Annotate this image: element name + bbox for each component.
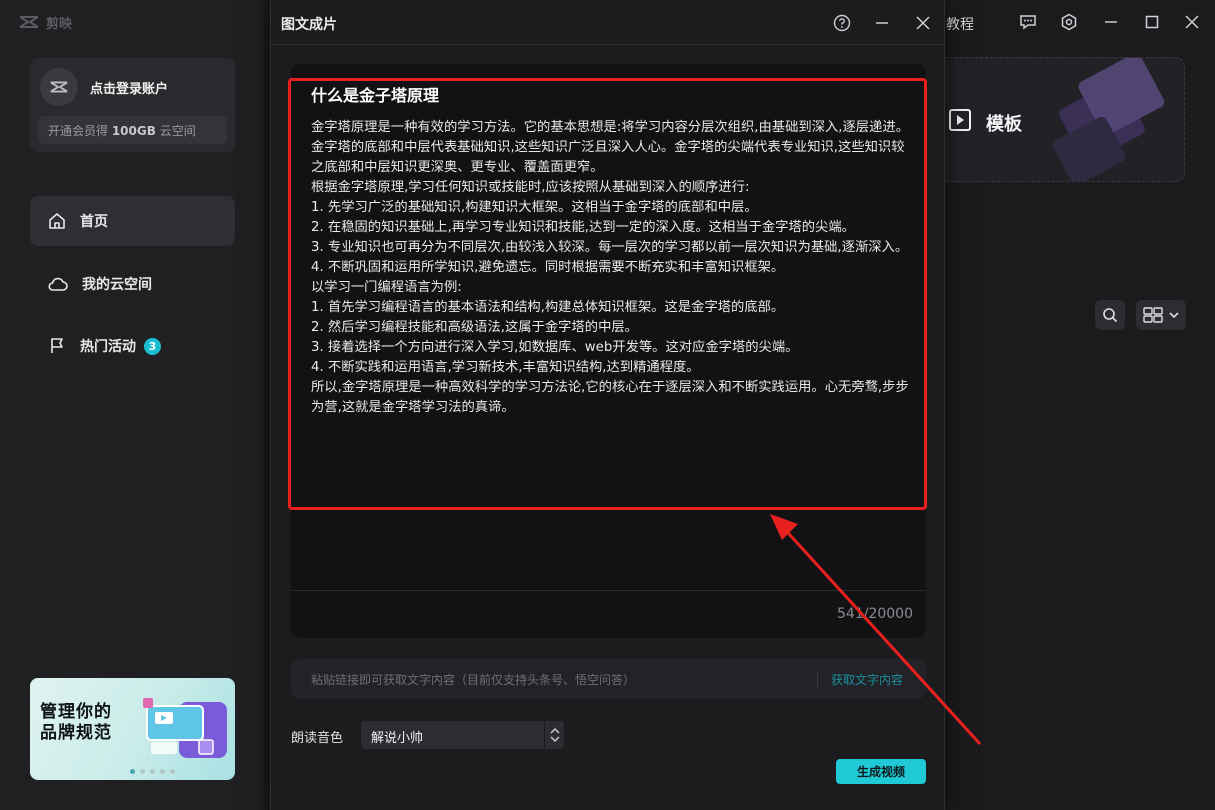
article-paragraph: 3. 接着选择一个方向进行深入学习,如数据库、web开发等。这对应金字塔的尖端。 bbox=[311, 340, 799, 355]
search-button[interactable] bbox=[1095, 300, 1125, 330]
sidebar-item-home[interactable]: 首页 bbox=[30, 196, 235, 246]
search-icon bbox=[1103, 308, 1118, 323]
sidebar: 剪映 点击登录账户 开通会员得 100GB 云空间 首页 我的云空间 热门活动 … bbox=[0, 0, 263, 810]
brand-logo: 剪映 bbox=[18, 12, 72, 32]
settings-icon[interactable] bbox=[1059, 12, 1079, 32]
article-title: 什么是金子塔原理 bbox=[311, 86, 440, 105]
article-paragraph: 金字塔的底部和中层代表基础知识,这些知识广泛且深入人心。金字塔的尖端代表专业知识… bbox=[311, 140, 905, 175]
generate-video-button[interactable]: 生成视频 bbox=[836, 759, 926, 784]
feedback-icon[interactable] bbox=[1018, 12, 1038, 32]
brand-name: 剪映 bbox=[46, 16, 73, 32]
view-mode-button[interactable] bbox=[1136, 300, 1186, 330]
sidebar-item-label: 我的云空间 bbox=[82, 277, 152, 293]
dialog-header: 图文成片 bbox=[271, 0, 944, 45]
link-input[interactable]: 粘贴链接即可获取文字内容（目前仅支持头条号、悟空问答） bbox=[311, 671, 635, 688]
vip-amount: 100GB bbox=[111, 124, 156, 138]
flag-icon bbox=[51, 338, 63, 353]
article-paragraph: 所以,金字塔原理是一种高效科学的学习方法论,它的核心在于逐层深入和不断实践运用。… bbox=[311, 380, 909, 415]
template-icon bbox=[948, 108, 972, 136]
capcut-avatar-icon bbox=[50, 81, 68, 93]
promo-title: 管理你的 品牌规范 bbox=[40, 702, 150, 744]
maximize-icon[interactable] bbox=[1142, 12, 1162, 32]
promo-banner[interactable]: 管理你的 品牌规范 bbox=[30, 678, 235, 780]
grid-view-icon bbox=[1143, 307, 1163, 323]
vip-banner[interactable]: 开通会员得 100GB 云空间 bbox=[38, 116, 227, 144]
close-window-icon[interactable] bbox=[1182, 12, 1202, 32]
promo-line-2: 品牌规范 bbox=[40, 723, 112, 743]
article-paragraph: 以学习一门编程语言为例: bbox=[311, 280, 462, 295]
sidebar-item-cloud[interactable]: 我的云空间 bbox=[30, 259, 235, 309]
template-label[interactable]: 模板 bbox=[986, 110, 1022, 136]
article-paragraph: 2. 然后学习编程技能和高级语法,这属于金字塔的中层。 bbox=[311, 320, 638, 335]
promo-line-1: 管理你的 bbox=[40, 702, 112, 722]
voice-select[interactable]: 解说小帅 bbox=[361, 721, 564, 749]
voice-stepper[interactable] bbox=[544, 721, 564, 749]
home-icon bbox=[49, 213, 65, 229]
chevron-down-icon bbox=[1169, 312, 1179, 319]
chevron-up-icon[interactable] bbox=[550, 728, 560, 734]
login-link[interactable]: 点击登录账户 bbox=[90, 78, 168, 97]
editor-content[interactable]: 什么是金子塔原理 金字塔原理是一种有效的学习方法。它的基本思想是:将学习内容分层… bbox=[311, 82, 911, 418]
article-body: 金字塔原理是一种有效的学习方法。它的基本思想是:将学习内容分层次组织,由基础到深… bbox=[311, 118, 911, 418]
minimize-icon[interactable] bbox=[1101, 12, 1121, 32]
dialog-close-icon[interactable] bbox=[912, 12, 934, 34]
article-paragraph: 1. 先学习广泛的基础知识,构建知识大框架。这相当于金字塔的底部和中层。 bbox=[311, 200, 758, 215]
voice-select-value: 解说小帅 bbox=[371, 731, 424, 746]
article-paragraph: 1. 首先学习编程语言的基本语法和结构,构建总体知识框架。这是金字塔的底部。 bbox=[311, 300, 785, 315]
dialog-minimize-icon[interactable] bbox=[871, 12, 893, 34]
article-paragraph: 根据金字塔原理,学习任何知识或技能时,应该按照从基础到深入的顺序进行: bbox=[311, 180, 750, 195]
promo-pagination[interactable] bbox=[130, 769, 175, 774]
vip-suffix: 云空间 bbox=[155, 124, 196, 138]
help-icon[interactable] bbox=[831, 12, 853, 34]
sidebar-item-label: 热门活动 bbox=[80, 339, 136, 355]
article-paragraph: 金字塔原理是一种有效的学习方法。它的基本思想是:将学习内容分层次组织,由基础到深… bbox=[311, 120, 909, 135]
avatar[interactable] bbox=[40, 68, 78, 106]
events-badge: 3 bbox=[144, 337, 161, 355]
article-paragraph: 2. 在稳固的知识基础上,再学习专业知识和技能,达到一定的深入度。这相当于金字塔… bbox=[311, 220, 855, 235]
vip-prefix: 开通会员得 bbox=[48, 124, 112, 138]
article-paragraph: 3. 专业知识也可再分为不同层次,由较浅入较深。每一层次的学习都以前一层次知识为… bbox=[311, 240, 909, 255]
app-window: 剪映 点击登录账户 开通会员得 100GB 云空间 首页 我的云空间 热门活动 … bbox=[0, 0, 1215, 810]
voice-label: 朗读音色 bbox=[291, 731, 344, 746]
capcut-logo-icon bbox=[19, 16, 39, 28]
article-paragraph: 4. 不断巩固和运用所学知识,避免遗忘。同时根据需要不断充实和丰富知识框架。 bbox=[311, 260, 785, 275]
chevron-down-icon[interactable] bbox=[550, 736, 560, 742]
promo-illustration-icon bbox=[143, 698, 227, 758]
dialog-title: 图文成片 bbox=[281, 17, 337, 33]
article-paragraph: 4. 不断实践和运用语言,学习新技术,丰富知识结构,达到精通程度。 bbox=[311, 360, 700, 375]
tutorial-link[interactable]: 教程 bbox=[946, 14, 974, 34]
sidebar-item-label: 首页 bbox=[80, 214, 108, 230]
account-card[interactable]: 点击登录账户 开通会员得 100GB 云空间 bbox=[30, 58, 235, 152]
cloud-icon bbox=[48, 277, 68, 291]
sidebar-item-events[interactable]: 热门活动 3 bbox=[30, 321, 235, 371]
annotation-arrow-icon bbox=[770, 514, 982, 746]
